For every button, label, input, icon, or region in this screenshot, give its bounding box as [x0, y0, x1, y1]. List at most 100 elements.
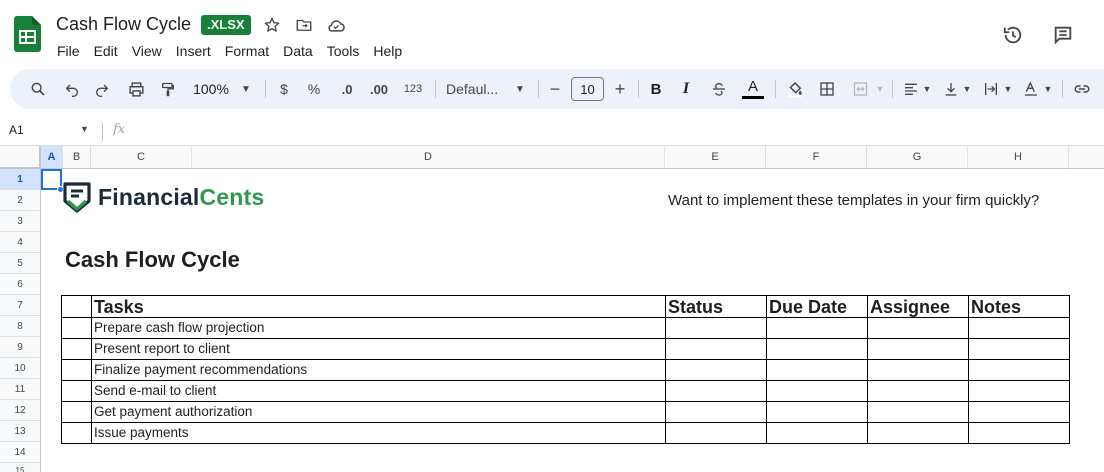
promo-text[interactable]: Want to implement these templates in you… — [668, 192, 1039, 209]
status-cell[interactable] — [665, 338, 767, 360]
status-cell[interactable] — [665, 422, 767, 444]
chevron-down-icon[interactable]: ▼ — [1002, 69, 1014, 109]
horizontal-align-icon[interactable] — [900, 69, 922, 109]
currency-format-button[interactable]: $ — [276, 69, 292, 109]
column-header-f[interactable]: F — [766, 146, 867, 169]
row-header-11[interactable]: 11 — [0, 379, 41, 400]
sheet-title[interactable]: Cash Flow Cycle — [65, 247, 240, 273]
table-cell[interactable] — [61, 338, 92, 360]
row-header-8[interactable]: 8 — [0, 316, 41, 337]
cloud-saved-icon[interactable] — [325, 14, 347, 36]
comments-icon[interactable] — [1050, 22, 1076, 48]
row-header-14[interactable]: 14 — [0, 442, 41, 463]
row-header-3[interactable]: 3 — [0, 211, 41, 232]
notes-cell[interactable] — [968, 401, 1070, 423]
due-date-cell[interactable] — [766, 422, 868, 444]
column-header-next[interactable] — [1069, 146, 1104, 169]
table-cell[interactable] — [61, 401, 92, 423]
due-date-cell[interactable] — [766, 359, 868, 381]
sheets-logo-icon[interactable] — [14, 16, 41, 52]
fill-color-icon[interactable] — [784, 69, 806, 109]
paint-format-icon[interactable] — [156, 69, 180, 109]
font-size-input[interactable]: 10 — [571, 77, 604, 101]
borders-icon[interactable] — [816, 69, 838, 109]
version-history-icon[interactable] — [1000, 22, 1026, 48]
bold-button[interactable]: B — [648, 69, 664, 109]
due-date-cell[interactable] — [766, 401, 868, 423]
status-cell[interactable] — [665, 317, 767, 339]
due-date-cell[interactable] — [766, 338, 868, 360]
task-cell[interactable]: Issue payments — [91, 422, 666, 444]
chevron-down-icon[interactable]: ▼ — [513, 69, 527, 109]
chevron-down-icon[interactable]: ▼ — [921, 69, 933, 109]
column-header-h[interactable]: H — [968, 146, 1069, 169]
row-header-1[interactable]: 1 — [0, 169, 41, 190]
menu-tools[interactable]: Tools — [320, 42, 367, 60]
menu-insert[interactable]: Insert — [169, 42, 218, 60]
text-wrapping-icon[interactable] — [980, 69, 1002, 109]
task-cell[interactable]: Send e-mail to client — [91, 380, 666, 402]
table-cell[interactable] — [61, 317, 92, 339]
assignee-cell[interactable] — [867, 422, 969, 444]
merge-cells-icon[interactable] — [848, 69, 872, 109]
row-header-10[interactable]: 10 — [0, 358, 41, 379]
menu-help[interactable]: Help — [366, 42, 409, 60]
table-header-notes[interactable]: Notes — [968, 295, 1070, 318]
menu-data[interactable]: Data — [276, 42, 320, 60]
chevron-down-icon[interactable]: ▼ — [961, 69, 973, 109]
strikethrough-icon[interactable] — [710, 69, 728, 109]
assignee-cell[interactable] — [867, 380, 969, 402]
task-cell[interactable]: Get payment authorization — [91, 401, 666, 423]
row-header-4[interactable]: 4 — [0, 232, 41, 253]
notes-cell[interactable] — [968, 317, 1070, 339]
name-box[interactable]: A1 — [9, 123, 24, 137]
search-icon[interactable] — [26, 69, 50, 109]
column-header-a[interactable]: A — [41, 146, 63, 169]
row-header-9[interactable]: 9 — [0, 337, 41, 358]
chevron-down-icon[interactable]: ▼ — [80, 124, 89, 134]
redo-icon[interactable] — [90, 69, 114, 109]
notes-cell[interactable] — [968, 422, 1070, 444]
chevron-down-icon[interactable]: ▼ — [1042, 69, 1054, 109]
notes-cell[interactable] — [968, 359, 1070, 381]
status-cell[interactable] — [665, 359, 767, 381]
row-header-12[interactable]: 12 — [0, 400, 41, 421]
percent-format-button[interactable]: % — [306, 69, 322, 109]
notes-cell[interactable] — [968, 380, 1070, 402]
select-all-corner[interactable] — [0, 146, 41, 169]
menu-file[interactable]: File — [50, 42, 87, 60]
row-header-13[interactable]: 13 — [0, 421, 41, 442]
row-header-2[interactable]: 2 — [0, 190, 41, 211]
increase-font-size-button[interactable]: + — [612, 69, 628, 109]
row-header-5[interactable]: 5 — [0, 253, 41, 274]
zoom-select[interactable]: 100% — [190, 69, 232, 109]
table-header-tasks[interactable]: Tasks — [91, 295, 666, 318]
italic-button[interactable]: I — [678, 69, 694, 109]
column-header-d[interactable]: D — [192, 146, 665, 169]
text-rotation-icon[interactable] — [1020, 69, 1042, 109]
chevron-down-icon[interactable]: ▼ — [874, 69, 886, 109]
table-cell[interactable] — [61, 422, 92, 444]
assignee-cell[interactable] — [867, 401, 969, 423]
table-cell[interactable] — [61, 380, 92, 402]
task-cell[interactable]: Prepare cash flow projection — [91, 317, 666, 339]
assignee-cell[interactable] — [867, 338, 969, 360]
menu-edit[interactable]: Edit — [87, 42, 125, 60]
table-header-blank[interactable] — [61, 295, 92, 318]
text-color-button[interactable]: A — [741, 69, 765, 109]
menu-view[interactable]: View — [125, 42, 169, 60]
row-header-15[interactable]: 15 — [0, 463, 41, 472]
status-cell[interactable] — [665, 401, 767, 423]
undo-icon[interactable] — [60, 69, 84, 109]
font-family-select[interactable]: Defaul... — [446, 69, 510, 109]
task-cell[interactable]: Present report to client — [91, 338, 666, 360]
menu-format[interactable]: Format — [218, 42, 276, 60]
column-header-c[interactable]: C — [91, 146, 192, 169]
table-header-due-date[interactable]: Due Date — [766, 295, 868, 318]
notes-cell[interactable] — [968, 338, 1070, 360]
due-date-cell[interactable] — [766, 380, 868, 402]
column-header-b[interactable]: B — [63, 146, 91, 169]
table-cell[interactable] — [61, 359, 92, 381]
task-cell[interactable]: Finalize payment recommendations — [91, 359, 666, 381]
assignee-cell[interactable] — [867, 317, 969, 339]
